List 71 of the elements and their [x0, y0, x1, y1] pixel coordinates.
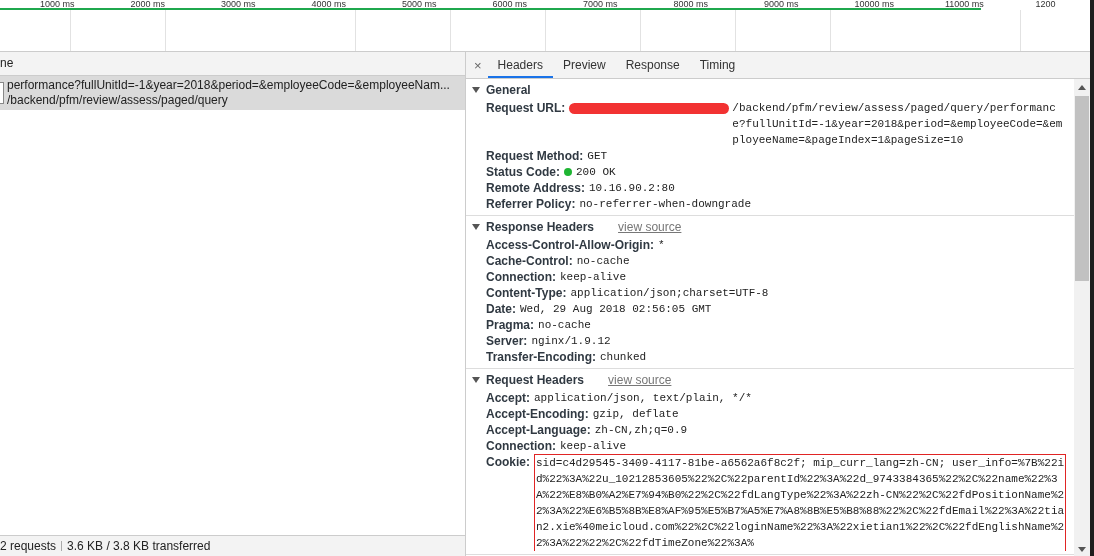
header-name: Request URL:	[486, 100, 566, 116]
header-value: application/json, text/plain, */*	[534, 391, 753, 406]
header-name: Transfer-Encoding:	[486, 349, 596, 365]
header-name: Cookie:	[486, 454, 530, 470]
tick-label: 2000 ms	[130, 0, 167, 9]
tick-label: 1200	[1035, 0, 1057, 9]
tick-label: 1000 ms	[40, 0, 76, 9]
section-title[interactable]: Response Headers	[486, 217, 595, 236]
header-value: sid=c4d29545-3409-4117-81be-a6562a6f8c2f; mip_curr_lang=zh-CN; user_info=%7B%22id%22%3A%22u_10212853605%22%2C%22parentId%22%3A%22d_9743384365%22%2C%22name%22%3A%22%E8%B0%A2%E7%94%B0%22%2C%22fdLangType%22%3A%22zh-CN%22%2C%22fdPositionName%22%3A%22%E6%B5%8B%E8%AF%95%E5%B7%A5%E7%A8%8B%E5%B8%88%22%2C%22fdEmail%22%3A%22tian2.xie%40meicloud.com%22%2C%22loginName%22%3A%22xietian1%22%2C%22fdEnglishName%22%3A%22%22%2C%22fdTimeZone%22%3A%	[534, 454, 1066, 551]
header-value: *	[658, 238, 666, 253]
header-name: Referrer Policy:	[486, 196, 576, 212]
header-value: 200 OK	[576, 165, 617, 180]
header-value: Wed, 29 Aug 2018 02:56:05 GMT	[520, 302, 713, 317]
transfer-size: 3.6 KB / 3.8 KB transferred	[67, 538, 211, 555]
header-value: no-referrer-when-downgrade	[579, 197, 752, 212]
header-value: application/json;charset=UTF-8	[570, 286, 770, 301]
header-name: Accept:	[486, 390, 530, 406]
header-name: Request Method:	[486, 148, 584, 164]
tick-label: 5000 ms	[402, 0, 438, 9]
tick-label: 8000 ms	[673, 0, 710, 9]
tick-label: 6000 ms	[492, 0, 529, 9]
header-name: Connection:	[486, 269, 556, 285]
tick-label: 4000 ms	[311, 0, 348, 9]
request-path: /backend/pfm/review/assess/paged/query	[7, 93, 229, 108]
view-source-link[interactable]: view source	[618, 217, 682, 236]
view-source-link[interactable]: view source	[608, 370, 672, 389]
header-value: no-cache	[576, 254, 631, 269]
tick-label: 11000 ms	[945, 0, 985, 9]
scrollbar-thumb[interactable]	[1075, 96, 1089, 281]
header-value: nginx/1.9.12	[531, 334, 612, 349]
header-name: Content-Type:	[486, 285, 567, 301]
tab[interactable]: Headers	[487, 53, 553, 78]
tick-label: 3000 ms	[221, 0, 257, 9]
section-title[interactable]: Request Headers	[486, 370, 585, 389]
header-name: Server:	[486, 333, 528, 349]
tab[interactable]: Response	[615, 53, 690, 78]
header-name: Date:	[486, 301, 516, 317]
header-value: 10.16.90.2:80	[588, 181, 676, 196]
header-name: Connection:	[486, 438, 556, 454]
header-name: Cache-Control:	[486, 253, 573, 269]
scrollbar[interactable]	[1074, 79, 1090, 556]
header-value: no-cache	[538, 318, 592, 333]
header-name: Remote Address:	[486, 180, 585, 196]
tick-label: 9000 ms	[764, 0, 800, 9]
expand-icon[interactable]	[472, 376, 480, 383]
file-icon	[0, 82, 4, 104]
header-value: gzip, deflate	[592, 407, 680, 422]
request-count: 2 requests	[0, 538, 57, 555]
header-value: zh-CN,zh;q=0.9	[594, 423, 689, 438]
header-name: Pragma:	[486, 317, 535, 333]
header-name: Accept-Encoding:	[486, 406, 589, 422]
header-value: keep-alive	[560, 270, 627, 285]
tick-label: 10000 ms	[854, 0, 896, 9]
header-value: keep-alive	[560, 439, 627, 454]
tab[interactable]: Timing	[689, 53, 746, 78]
status-dot	[564, 168, 572, 176]
header-value: GET	[587, 149, 609, 164]
column-header[interactable]: ne	[0, 52, 465, 76]
close-button[interactable]: ×	[474, 58, 488, 78]
tab[interactable]: Preview	[552, 53, 616, 78]
header-value: chunked	[600, 350, 648, 365]
header-name: Status Code:	[486, 164, 560, 180]
section-title[interactable]: General	[486, 80, 531, 99]
expand-icon[interactable]	[472, 86, 480, 93]
header-value: /backend/pfm/review/assess/paged/query/performance?fullUnitId=-1&year=2018&period=&employeeCode=&employeeName=&pageIndex=1&pageSize=10	[732, 101, 1064, 148]
request-row[interactable]: performance?fullUnitId=-1&year=2018&period=&employeeCode=&employeeNam... /backend/pfm/review/assess/paged/query	[0, 76, 465, 110]
tick-label: 7000 ms	[583, 0, 619, 9]
header-name: Access-Control-Allow-Origin:	[486, 237, 654, 253]
expand-icon[interactable]	[472, 223, 480, 230]
request-name: performance?fullUnitId=-1&year=2018&period=&employeeCode=&employeeNam...	[7, 78, 450, 93]
header-name: Accept-Language:	[486, 422, 591, 438]
